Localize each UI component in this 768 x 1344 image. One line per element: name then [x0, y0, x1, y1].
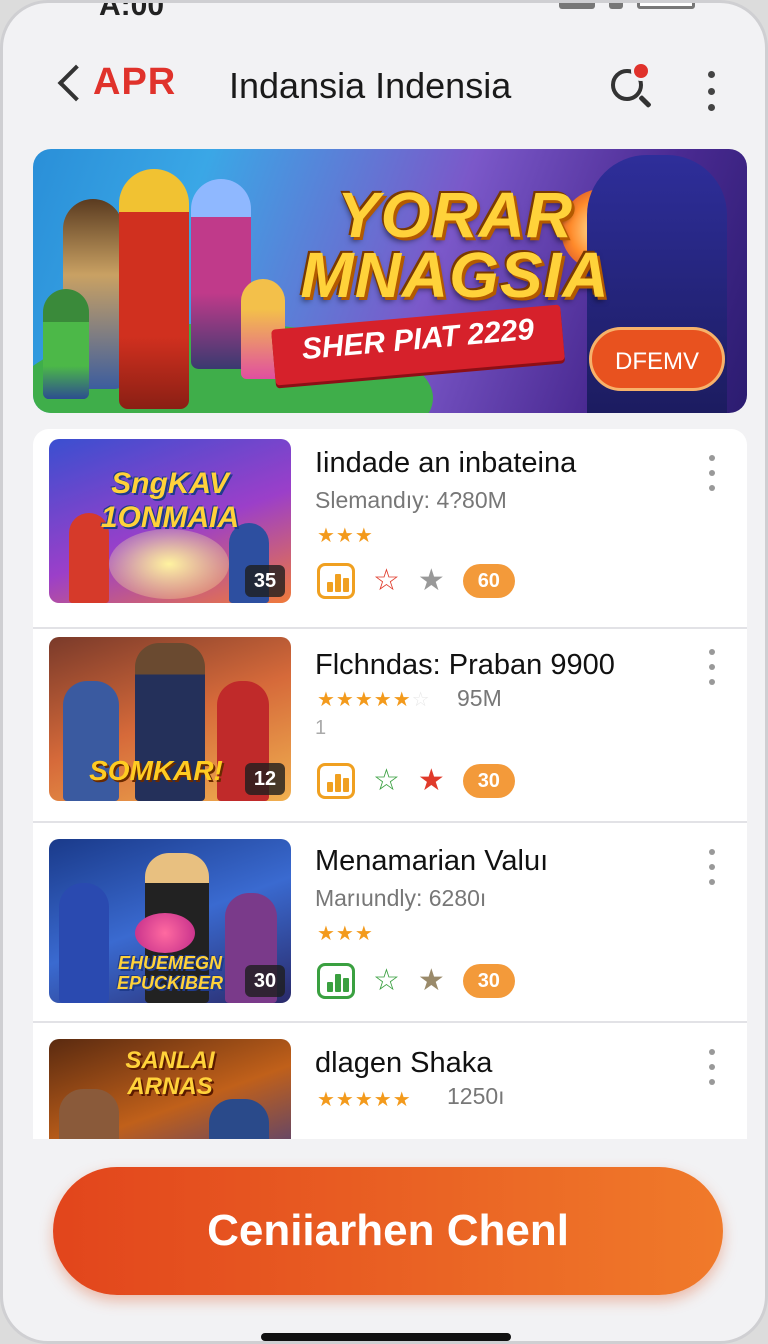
more-icon-dot — [709, 485, 715, 491]
thumb-title: SANLAI — [125, 1047, 215, 1074]
notification-dot — [631, 61, 651, 81]
count-pill: 60 — [462, 564, 515, 598]
status-bar: A:00 — [3, 3, 765, 23]
chart-icon[interactable] — [317, 763, 355, 799]
thumb-title: SOMKAR! — [89, 755, 223, 786]
game-thumbnail: SngKAV 1ONMAIA 35 — [49, 439, 291, 603]
wifi-icon — [609, 3, 623, 9]
rating-stars: ★★★★★☆ — [317, 687, 431, 712]
more-icon-dot — [707, 71, 715, 78]
more-icon-dot — [709, 455, 715, 461]
item-title: Iindade an inbateina — [315, 447, 577, 479]
chart-icon[interactable] — [317, 963, 355, 999]
primary-cta-button[interactable]: Ceniiarhen Chenl — [53, 1167, 723, 1295]
more-icon-dot — [709, 649, 715, 655]
list-item[interactable]: SngKAV 1ONMAIA 35 Iindade an inbateina S… — [33, 429, 747, 629]
more-icon-dot — [709, 679, 715, 685]
more-icon-dot — [709, 1079, 715, 1085]
list-item[interactable]: SOMKAR! 12 Flchndas: Praban 9900 ★★★★★ ☆ … — [33, 623, 747, 823]
rating-stars: ★★★ — [317, 923, 374, 945]
back-button[interactable]: APR — [51, 61, 176, 104]
banner-heroes-illustration — [43, 159, 293, 409]
count-pill: 30 — [462, 964, 515, 998]
banner-title-line1: YORAR — [336, 179, 574, 251]
promo-banner[interactable]: YORAR MNAGSIA SHER PIAT 2229 DFEMV — [33, 149, 747, 413]
list-item[interactable]: EHUEMEGN EPUCKIBER 30 Menamarian Valuı M… — [33, 823, 747, 1023]
chart-icon[interactable] — [317, 563, 355, 599]
more-icon-dot — [707, 87, 715, 95]
item-subtitle: Slemandıy: 4?80M — [315, 487, 507, 513]
star-icon[interactable]: ★ — [418, 766, 445, 796]
banner-title-line2: MNAGSIA — [300, 239, 610, 311]
more-icon-dot — [709, 1064, 715, 1070]
item-title: Flchndas: Praban 9900 — [315, 649, 615, 681]
more-icon-dot — [709, 664, 715, 670]
item-extra: 1 — [315, 717, 327, 739]
search-button[interactable] — [605, 61, 657, 113]
item-title: dlagen Shaka — [315, 1047, 493, 1079]
game-thumbnail: SANLAI ARNAS — [49, 1039, 291, 1139]
home-indicator[interactable] — [261, 1333, 511, 1341]
thumb-badge: 12 — [245, 763, 285, 795]
status-icons — [559, 3, 695, 9]
more-icon-dot — [709, 470, 715, 476]
thumb-orbs — [135, 913, 195, 953]
thumb-title: SngKAV — [111, 467, 229, 500]
star-outline-icon[interactable]: ☆ — [373, 766, 400, 796]
item-menu-button[interactable] — [707, 1049, 717, 1085]
item-menu-button[interactable] — [707, 849, 717, 885]
game-thumbnail: EHUEMEGN EPUCKIBER 30 — [49, 839, 291, 1003]
game-thumbnail: SOMKAR! 12 — [49, 637, 291, 801]
thumb-title: 1ONMAIA — [100, 501, 240, 534]
item-title: Menamarian Valuı — [315, 845, 549, 877]
star-icon[interactable]: ★ — [418, 966, 445, 996]
item-actions: ☆ ★ 30 — [317, 963, 515, 999]
thumb-badge: 30 — [245, 965, 285, 997]
star-icon[interactable]: ★ — [418, 566, 445, 596]
item-actions: ☆ ★ 60 — [317, 563, 515, 599]
back-label: APR — [93, 61, 177, 103]
star-outline-icon[interactable]: ☆ — [373, 966, 400, 996]
rating-stars: ★★★ — [317, 525, 374, 547]
thumb-badge: 35 — [245, 565, 285, 597]
item-menu-button[interactable] — [707, 649, 717, 685]
thumb-glow — [109, 529, 229, 599]
status-time: A:00 — [99, 0, 165, 22]
item-subtitle: 1250ı — [447, 1083, 505, 1109]
list-item[interactable]: SANLAI ARNAS dlagen Shaka ★★★★★ 1250ı — [33, 1023, 747, 1139]
star-outline-icon[interactable]: ☆ — [373, 566, 400, 596]
more-icon-dot — [707, 104, 715, 111]
app-bar: APR Indansia Indensia — [3, 43, 765, 133]
more-icon-dot — [709, 849, 715, 855]
more-icon-dot — [709, 1049, 715, 1055]
banner-button[interactable]: DFEMV — [589, 327, 725, 391]
game-list: SngKAV 1ONMAIA 35 Iindade an inbateina S… — [33, 429, 747, 1139]
item-menu-button[interactable] — [707, 455, 717, 491]
chevron-left-icon — [57, 64, 95, 101]
item-subtitle: 95M — [457, 685, 502, 711]
search-icon-handle — [638, 94, 652, 109]
more-icon-dot — [709, 864, 715, 870]
hero-figure — [43, 289, 89, 399]
count-pill: 30 — [462, 764, 515, 798]
phone-screen: A:00 APR Indansia Indensia YORAR MNAGSIA… — [0, 0, 768, 1344]
signal-icon — [559, 3, 595, 9]
rating-stars-filled: ★★★★★ — [317, 689, 412, 711]
thumb-title: ARNAS — [127, 1073, 213, 1100]
banner-title: YORAR MNAGSIA — [285, 179, 625, 311]
overflow-menu-button[interactable] — [705, 71, 717, 111]
rating-stars: ★★★★★ — [317, 1089, 412, 1111]
item-subtitle: Marıundly: 6280ı — [315, 885, 487, 911]
battery-icon — [637, 3, 695, 9]
more-icon-dot — [709, 879, 715, 885]
thumb-figure — [209, 1099, 269, 1139]
rating-stars-empty: ☆ — [411, 689, 431, 711]
hero-figure — [119, 169, 189, 409]
item-actions: ☆ ★ 30 — [317, 763, 515, 799]
page-title: Indansia Indensia — [229, 65, 512, 106]
